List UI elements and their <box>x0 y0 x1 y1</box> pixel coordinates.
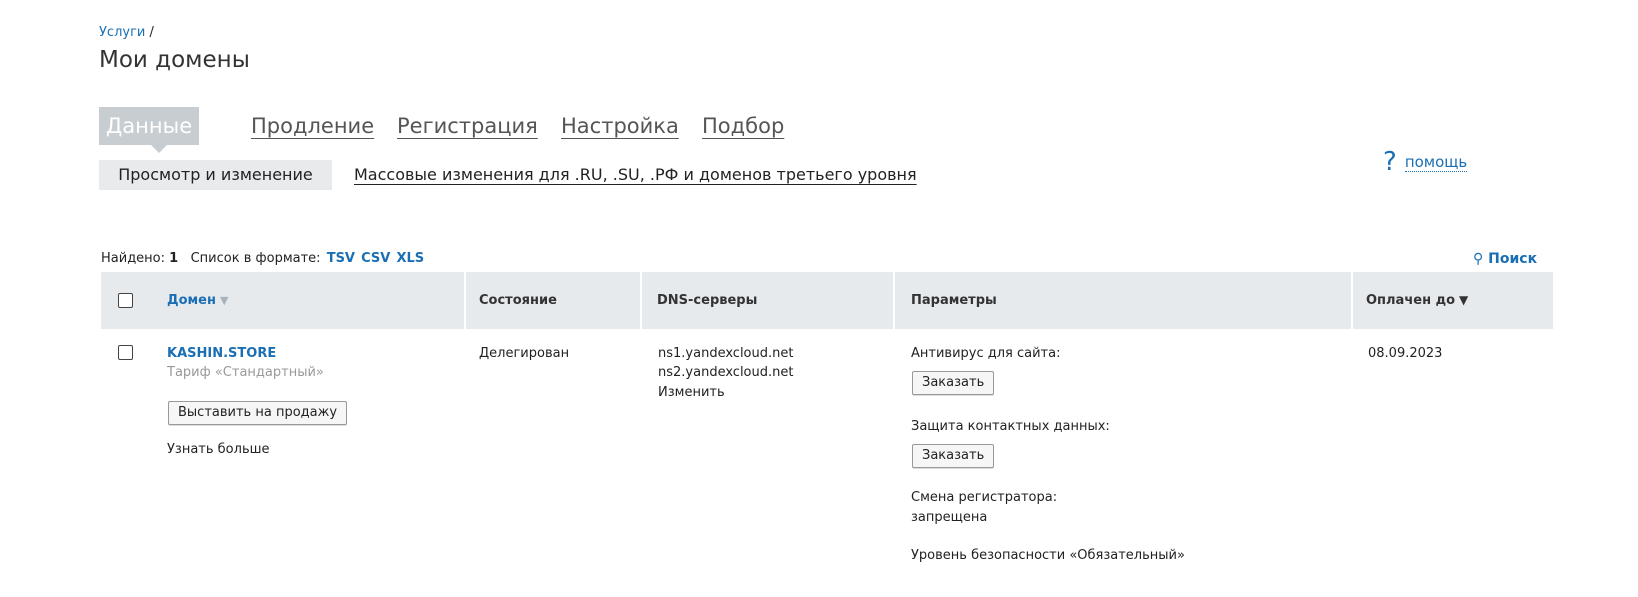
search-label: Поиск <box>1488 251 1538 267</box>
security-level: Уровень безопасности «Обязательный» <box>911 548 1185 563</box>
dns-change-link[interactable]: Изменить <box>658 385 725 400</box>
tab-data[interactable]: Данные <box>99 107 199 153</box>
format-label: Список в формате: <box>190 251 321 266</box>
dns-server-1: ns1.yandexcloud.net <box>658 346 794 361</box>
dns-server-2: ns2.yandexcloud.net <box>658 365 794 380</box>
breadcrumb: Услуги / <box>99 25 154 40</box>
subtab-view-edit[interactable]: Просмотр и изменение <box>99 160 332 190</box>
help[interactable]: ? помощь <box>1383 147 1468 177</box>
registrar-change-value: запрещена <box>911 510 988 525</box>
format-xls-link[interactable]: XLS <box>397 251 425 266</box>
column-header-params: Параметры <box>911 293 997 308</box>
subtab-bulk-changes[interactable]: Массовые изменения для .RU, .SU, .РФ и д… <box>354 160 917 190</box>
tab-selection[interactable]: Подбор <box>702 107 784 145</box>
paid-until-value: 08.09.2023 <box>1368 346 1443 361</box>
column-divider <box>1351 272 1353 329</box>
tab-renewal[interactable]: Продление <box>251 107 374 145</box>
column-header-domain[interactable]: Домен ▼ <box>167 272 228 329</box>
tab-settings[interactable]: Настройка <box>561 107 679 145</box>
format-csv-link[interactable]: CSV <box>361 251 390 266</box>
order-privacy-button[interactable]: Заказать <box>912 444 995 468</box>
sell-domain-button[interactable]: Выставить на продажу <box>168 401 348 425</box>
column-divider <box>640 272 642 329</box>
select-all-checkbox[interactable] <box>118 293 133 308</box>
tariff-label: Тариф «Стандартный» <box>167 365 324 380</box>
found-count: 1 <box>169 251 179 266</box>
tab-registration[interactable]: Регистрация <box>397 107 538 145</box>
column-header-status: Состояние <box>479 293 557 308</box>
page-title: Мои домены <box>99 47 250 73</box>
sort-down-icon: ▼ <box>1459 293 1469 307</box>
search-icon: ⚲ <box>1473 251 1484 267</box>
found-summary: Найдено: 1 Список в формате: TSV CSV XLS <box>101 251 424 266</box>
column-header-dns: DNS-серверы <box>657 293 758 308</box>
search-link[interactable]: ⚲ Поиск <box>1473 251 1537 267</box>
breadcrumb-link-services[interactable]: Услуги <box>99 25 145 40</box>
row-checkbox[interactable] <box>118 345 133 360</box>
question-icon: ? <box>1383 147 1397 177</box>
antivirus-label: Антивирус для сайта: <box>911 346 1061 361</box>
column-divider <box>893 272 895 329</box>
column-header-paid-until[interactable]: Оплачен до ▼ <box>1366 272 1468 329</box>
column-header-paid-until-label: Оплачен до <box>1366 293 1456 308</box>
breadcrumb-separator: / <box>149 25 154 40</box>
format-tsv-link[interactable]: TSV <box>327 251 355 266</box>
column-divider <box>464 272 466 329</box>
help-link[interactable]: помощь <box>1404 153 1468 172</box>
learn-more-link[interactable]: Узнать больше <box>167 442 270 457</box>
found-label: Найдено: <box>101 251 166 266</box>
sort-down-icon: ▼ <box>219 294 229 307</box>
status-value: Делегирован <box>479 346 570 361</box>
domain-name-link[interactable]: KASHIN.STORE <box>167 346 276 361</box>
column-header-domain-label: Домен <box>167 293 216 308</box>
table-header: Домен ▼ Состояние DNS-серверы Параметры О… <box>101 272 1553 329</box>
privacy-label: Защита контактных данных: <box>911 419 1110 434</box>
order-antivirus-button[interactable]: Заказать <box>912 371 995 395</box>
registrar-change-label: Смена регистратора: <box>911 490 1058 505</box>
